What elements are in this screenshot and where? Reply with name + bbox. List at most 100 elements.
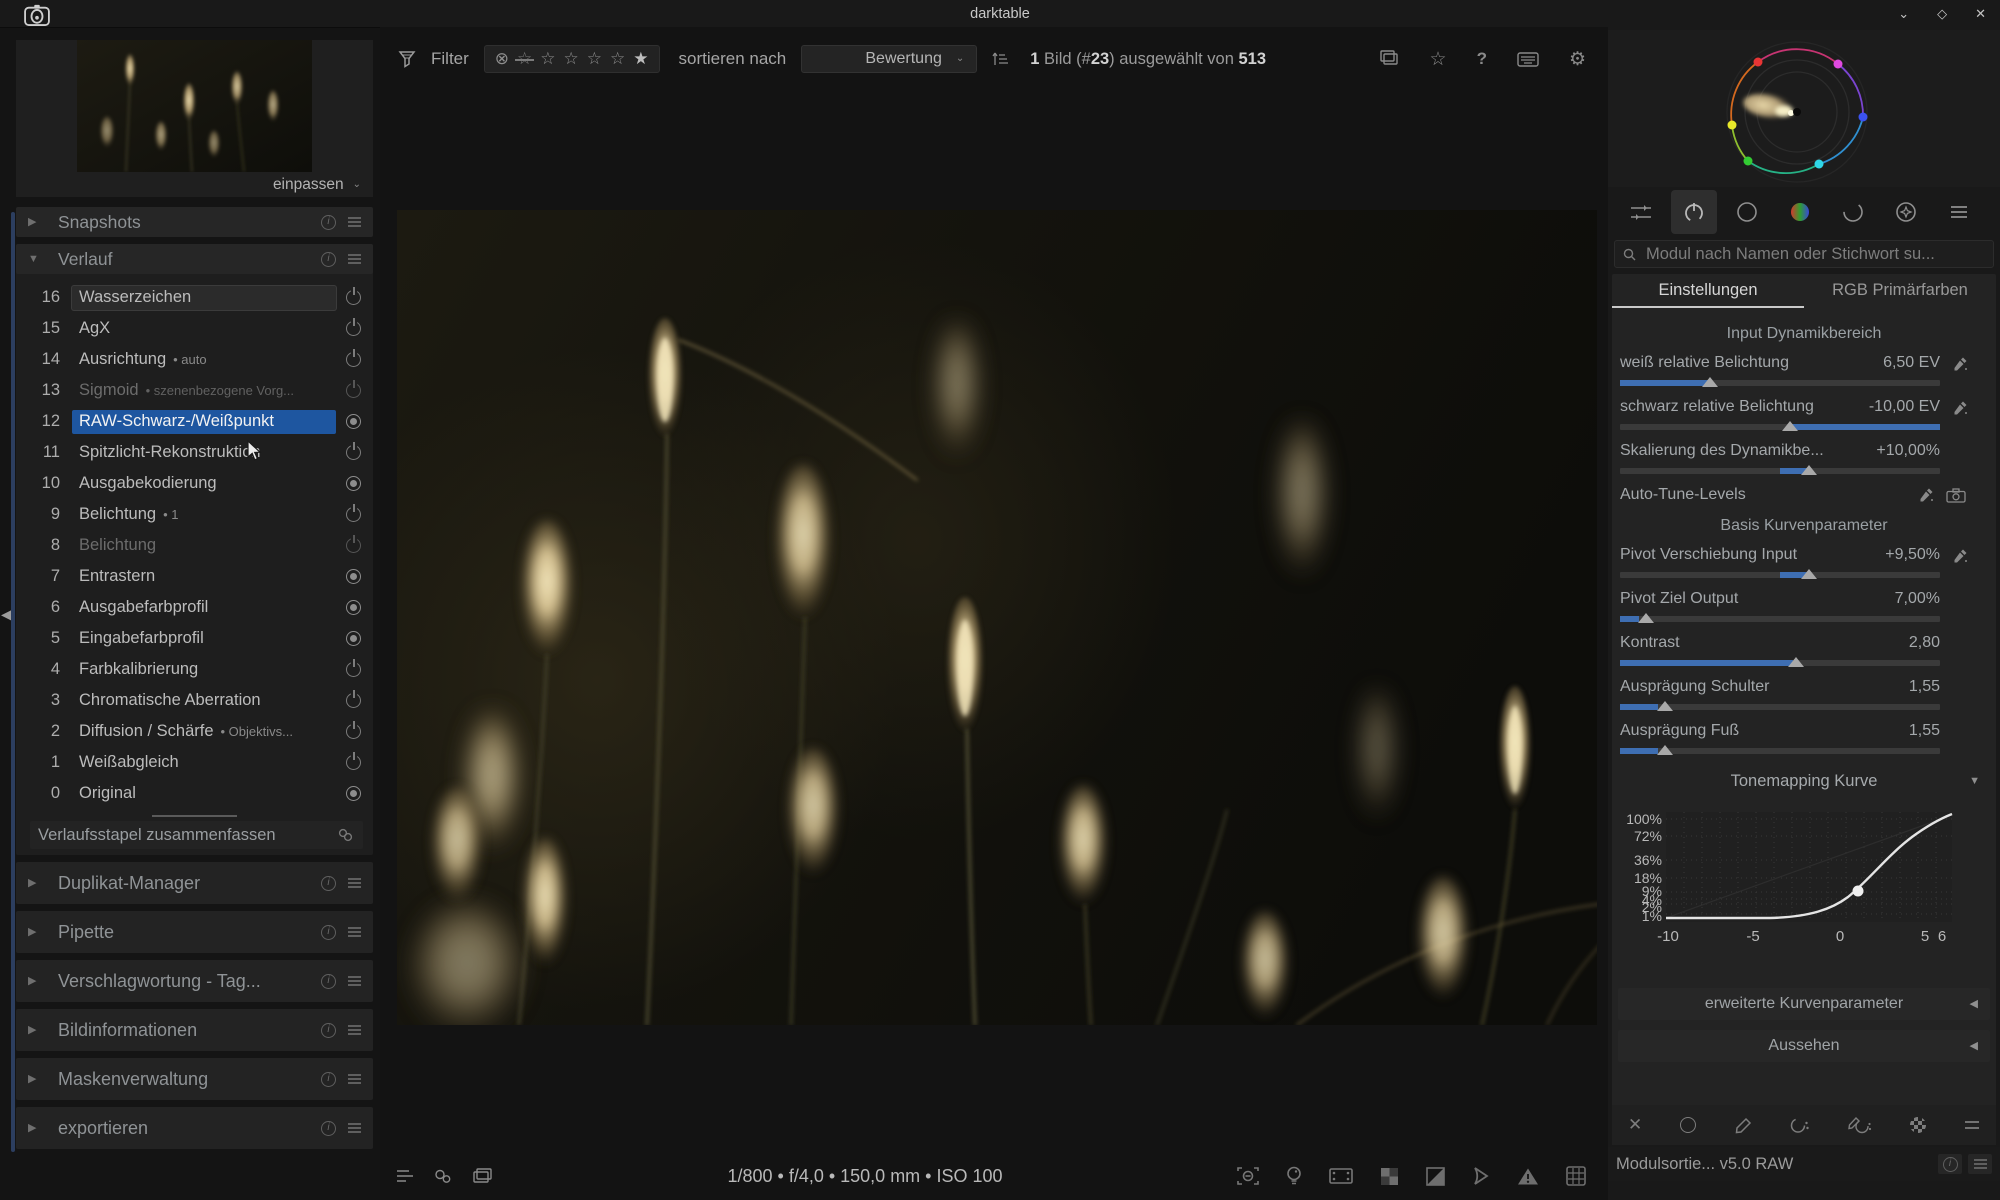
history-step-label-box[interactable]: Weißabgleich <box>72 751 336 775</box>
module-state-icon[interactable] <box>346 662 361 677</box>
mask-off-icon[interactable]: ✕ <box>1628 1115 1642 1135</box>
history-item[interactable]: 7 Entrastern <box>16 561 373 592</box>
navigation-thumbnail[interactable] <box>77 40 312 172</box>
history-step-label-box[interactable]: Original <box>72 782 336 806</box>
history-item[interactable]: 3 Chromatische Aberration <box>16 685 373 716</box>
left-scrollbar[interactable] <box>11 212 15 1152</box>
filter-funnel-icon[interactable] <box>398 50 416 68</box>
history-step-label-box[interactable]: Spitzlicht-Rekonstruktion <box>72 441 336 465</box>
slider-white-relative-exposure[interactable]: weiß relative Belichtung6,50 EV <box>1612 346 1996 390</box>
history-step-label-box[interactable]: Wasserzeichen <box>72 286 336 310</box>
history-step-label-box[interactable]: Sigmoid • szenenbezogene Vorg... <box>72 379 336 403</box>
module-search[interactable] <box>1614 240 1994 268</box>
slider-dynamic-range-scaling[interactable]: Skalierung des Dynamikbe...+10,00% <box>1612 434 1996 478</box>
gamut-check-icon[interactable] <box>1380 1167 1399 1186</box>
utility-module-header[interactable]: ▶ Verschlagwortung - Tag... i <box>16 960 373 1002</box>
snapshots-header[interactable]: ▶ Snapshots i <box>16 207 373 237</box>
eyedropper-icon[interactable] <box>1919 487 1934 503</box>
history-step-label-box[interactable]: Farbkalibrierung <box>72 658 336 682</box>
vectorscope-panel[interactable] <box>1608 30 2000 187</box>
history-step-label-box[interactable]: Belichtung <box>72 534 336 558</box>
active-modules-icon[interactable] <box>1618 190 1664 234</box>
basic-group-icon[interactable] <box>1724 190 1770 234</box>
slider-handle[interactable] <box>1801 457 1817 475</box>
history-step-label-box[interactable]: RAW-Schwarz-/Weißpunkt <box>72 410 336 434</box>
slider-pivot-target-output[interactable]: Pivot Ziel Output7,00% <box>1612 582 1996 626</box>
slider-handle[interactable] <box>1638 605 1654 623</box>
module-state-icon[interactable] <box>346 693 361 708</box>
reset-info-icon[interactable]: i <box>321 974 336 989</box>
module-search-input[interactable] <box>1644 244 1985 265</box>
compress-history-button[interactable]: Verlaufsstapel zusammenfassen <box>30 821 363 849</box>
module-state-icon[interactable] <box>346 538 361 553</box>
history-item[interactable]: 10 Ausgabekodierung <box>16 468 373 499</box>
mask-drawn-parametric-icon[interactable] <box>1848 1117 1872 1134</box>
presets-menu-icon[interactable] <box>348 927 361 929</box>
star-filled-icon[interactable]: ★ <box>633 49 648 69</box>
module-state-icon[interactable] <box>346 507 361 522</box>
presets-menu-icon[interactable] <box>348 254 361 256</box>
history-step-label-box[interactable]: Diffusion / Schärfe • Objektivs... <box>72 720 336 744</box>
module-state-icon[interactable] <box>346 476 361 491</box>
guides-grid-icon[interactable] <box>1566 1166 1586 1186</box>
warning-icon[interactable] <box>1517 1167 1539 1186</box>
history-item[interactable]: 2 Diffusion / Schärfe • Objektivs... <box>16 716 373 747</box>
presets-menu-icon[interactable] <box>1968 1154 1992 1174</box>
module-state-icon[interactable] <box>346 600 361 615</box>
appearance-section-button[interactable]: Aussehen ◀ <box>1618 1030 1990 1062</box>
history-item[interactable]: 6 Ausgabefarbprofil <box>16 592 373 623</box>
history-header[interactable]: ▼ Verlauf i <box>16 244 373 274</box>
grouping-icon[interactable] <box>1380 50 1400 68</box>
history-step-label-box[interactable]: Entrastern <box>72 565 336 589</box>
presets-menu-icon[interactable] <box>348 1074 361 1076</box>
module-state-icon[interactable] <box>346 631 361 646</box>
mask-uniform-icon[interactable] <box>1680 1117 1696 1133</box>
sort-order-icon[interactable] <box>992 51 1009 68</box>
presets-menu-icon[interactable] <box>348 976 361 978</box>
maximize-button[interactable]: ◇ <box>1937 6 1947 22</box>
iso12646-lightbulb-icon[interactable] <box>1286 1166 1302 1187</box>
slider-shoulder-emphasis[interactable]: Ausprägung Schulter1,55 <box>1612 670 1996 714</box>
star-outline-icon[interactable]: ☆ <box>564 49 579 69</box>
preferences-gear-icon[interactable]: ⚙ <box>1569 48 1586 71</box>
rating-filter[interactable]: ⊗ ☆ ☆ ☆ ☆ ☆ ★ <box>484 45 660 73</box>
mask-parametric-icon[interactable] <box>1790 1117 1810 1134</box>
reset-info-icon[interactable]: i <box>321 215 336 230</box>
star-outline-icon[interactable]: ☆ <box>587 49 602 69</box>
blend-options-icon[interactable] <box>1964 1119 1980 1131</box>
overlays-star-icon[interactable]: ☆ <box>1430 48 1447 71</box>
module-state-icon[interactable] <box>346 724 361 739</box>
star-outline-icon[interactable]: ☆ <box>610 49 625 69</box>
eyedropper-icon[interactable] <box>1953 356 1968 372</box>
module-state-icon[interactable] <box>346 786 361 801</box>
zoom-fit-dropdown[interactable]: einpassen ⌄ <box>273 176 361 194</box>
image-canvas[interactable] <box>397 210 1597 1025</box>
presets-menu-icon[interactable] <box>348 878 361 880</box>
history-item[interactable]: 9 Belichtung • 1 <box>16 499 373 530</box>
history-step-label-box[interactable]: Chromatische Aberration <box>72 689 336 713</box>
history-item[interactable]: 11 Spitzlicht-Rekonstruktion <box>16 437 373 468</box>
shortcuts-keyboard-icon[interactable] <box>1517 52 1539 67</box>
slider-foot-emphasis[interactable]: Ausprägung Fuß1,55 <box>1612 714 1996 758</box>
module-state-icon[interactable] <box>346 290 361 305</box>
reset-info-icon[interactable]: i <box>321 1023 336 1038</box>
slider-handle[interactable] <box>1801 561 1817 579</box>
slider-handle[interactable] <box>1702 369 1718 387</box>
power-group-icon[interactable] <box>1671 190 1717 234</box>
correction-group-icon[interactable] <box>1830 190 1876 234</box>
history-step-label-box[interactable]: Ausgabefarbprofil <box>72 596 336 620</box>
star-strikethrough-icon[interactable]: ☆ <box>517 49 532 69</box>
slider-contrast[interactable]: Kontrast2,80 <box>1612 626 1996 670</box>
snapshot-frame-icon[interactable] <box>1329 1168 1353 1184</box>
auto-tune-levels-row[interactable]: Auto-Tune-Levels <box>1612 482 1996 508</box>
history-item[interactable]: 4 Farbkalibrierung <box>16 654 373 685</box>
module-state-icon[interactable] <box>346 383 361 398</box>
eyedropper-icon[interactable] <box>1953 548 1968 564</box>
module-state-icon[interactable] <box>346 352 361 367</box>
history-step-label-box[interactable]: Eingabefarbprofil <box>72 627 336 651</box>
slider-handle[interactable] <box>1782 413 1798 431</box>
reset-info-icon[interactable]: i <box>321 925 336 940</box>
history-step-label-box[interactable]: Ausgabekodierung <box>72 472 336 496</box>
presets-menu-icon[interactable] <box>348 217 361 219</box>
history-item[interactable]: 13 Sigmoid • szenenbezogene Vorg... <box>16 375 373 406</box>
